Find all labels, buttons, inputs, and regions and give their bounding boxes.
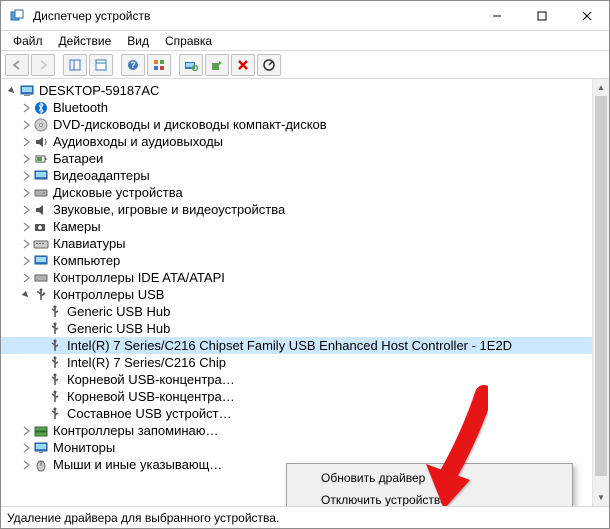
tree-device[interactable]: Intel(R) 7 Series/C216 Chip <box>1 354 592 371</box>
ide-icon <box>33 270 49 286</box>
bluetooth-icon <box>33 100 49 116</box>
tree-category[interactable]: Клавиатуры <box>1 235 592 252</box>
svg-text:?: ? <box>130 60 136 70</box>
expand-icon[interactable] <box>19 169 33 183</box>
expand-icon[interactable] <box>19 254 33 268</box>
menu-action[interactable]: Действие <box>51 32 120 50</box>
forward-button[interactable] <box>31 54 55 76</box>
menu-file[interactable]: Файл <box>5 32 51 50</box>
tree-device[interactable]: Составное USB устройст… <box>1 405 592 422</box>
tree-device[interactable]: Корневой USB-концентра… <box>1 371 592 388</box>
tree-device[interactable]: Корневой USB-концентра… <box>1 388 592 405</box>
usb-device-icon <box>47 338 63 354</box>
vertical-scrollbar[interactable]: ▲ ▼ <box>592 79 609 506</box>
tree-device[interactable]: Generic USB Hub <box>1 303 592 320</box>
computer-icon <box>19 83 35 99</box>
tree-category[interactable]: Компьютер <box>1 252 592 269</box>
sound-icon <box>33 202 49 218</box>
close-button[interactable] <box>564 1 609 30</box>
tree-category[interactable]: Bluetooth <box>1 99 592 116</box>
expand-icon[interactable] <box>19 152 33 166</box>
uninstall-button[interactable] <box>231 54 255 76</box>
status-bar: Удаление драйвера для выбранного устройс… <box>1 506 609 528</box>
minimize-button[interactable] <box>474 1 519 30</box>
scroll-up-button[interactable]: ▲ <box>593 79 609 96</box>
tree-category[interactable]: Батареи <box>1 150 592 167</box>
tree-category[interactable]: Аудиовходы и аудиовыходы <box>1 133 592 150</box>
tree-category[interactable]: Контроллеры запоминаю… <box>1 422 592 439</box>
content-area: DESKTOP-59187AC Bluetooth DVD-дисководы … <box>1 79 609 506</box>
tree-category[interactable]: Дисковые устройства <box>1 184 592 201</box>
usb-device-icon <box>47 321 63 337</box>
disable-button[interactable] <box>257 54 281 76</box>
device-tree[interactable]: DESKTOP-59187AC Bluetooth DVD-дисководы … <box>1 79 592 506</box>
disk-icon <box>33 185 49 201</box>
camera-icon <box>33 219 49 235</box>
properties-button[interactable] <box>89 54 113 76</box>
context-menu: Обновить драйвер Отключить устройство Уд… <box>286 463 573 506</box>
usb-device-icon <box>47 406 63 422</box>
scroll-thumb[interactable] <box>595 96 607 476</box>
maximize-button[interactable] <box>519 1 564 30</box>
tree-root[interactable]: DESKTOP-59187AC <box>1 82 592 99</box>
context-menu-update-driver[interactable]: Обновить драйвер <box>289 467 570 489</box>
status-text: Удаление драйвера для выбранного устройс… <box>7 511 279 525</box>
scan-hardware-button[interactable] <box>179 54 203 76</box>
tree-category[interactable]: Камеры <box>1 218 592 235</box>
expand-icon[interactable] <box>5 84 19 98</box>
computer-icon <box>33 253 49 269</box>
usb-device-icon <box>47 355 63 371</box>
display-adapter-icon <box>33 168 49 184</box>
window-controls <box>474 1 609 30</box>
usb-device-icon <box>47 304 63 320</box>
usb-device-icon <box>47 372 63 388</box>
tree-device-selected[interactable]: Intel(R) 7 Series/C216 Chipset Family US… <box>1 337 592 354</box>
grid-button[interactable] <box>147 54 171 76</box>
menu-bar: Файл Действие Вид Справка <box>1 31 609 51</box>
expand-icon[interactable] <box>19 441 33 455</box>
show-hide-button[interactable] <box>63 54 87 76</box>
tree-category-usb[interactable]: Контроллеры USB <box>1 286 592 303</box>
tree-category[interactable]: Видеоадаптеры <box>1 167 592 184</box>
device-manager-window: Диспетчер устройств Файл Действие Вид Сп… <box>0 0 610 529</box>
app-icon <box>9 8 25 24</box>
tree-device[interactable]: Generic USB Hub <box>1 320 592 337</box>
storage-controller-icon <box>33 423 49 439</box>
update-driver-button[interactable] <box>205 54 229 76</box>
tree-category[interactable]: Звуковые, игровые и видеоустройства <box>1 201 592 218</box>
menu-view[interactable]: Вид <box>119 32 157 50</box>
back-button[interactable] <box>5 54 29 76</box>
context-menu-disable[interactable]: Отключить устройство <box>289 489 570 506</box>
battery-icon <box>33 151 49 167</box>
expand-icon[interactable] <box>19 135 33 149</box>
expand-icon[interactable] <box>19 118 33 132</box>
mouse-icon <box>33 457 49 473</box>
title-bar: Диспетчер устройств <box>1 1 609 31</box>
expand-icon[interactable] <box>19 424 33 438</box>
help-button[interactable]: ? <box>121 54 145 76</box>
dvd-icon <box>33 117 49 133</box>
scroll-down-button[interactable]: ▼ <box>593 489 609 506</box>
menu-help[interactable]: Справка <box>157 32 220 50</box>
keyboard-icon <box>33 236 49 252</box>
expand-icon[interactable] <box>19 237 33 251</box>
audio-icon <box>33 134 49 150</box>
tree-category[interactable]: DVD-дисководы и дисководы компакт-дисков <box>1 116 592 133</box>
expand-icon[interactable] <box>19 288 33 302</box>
usb-device-icon <box>47 389 63 405</box>
usb-icon <box>33 287 49 303</box>
tree-category[interactable]: Контроллеры IDE ATA/ATAPI <box>1 269 592 286</box>
expand-icon[interactable] <box>19 220 33 234</box>
toolbar: ? <box>1 51 609 79</box>
window-title: Диспетчер устройств <box>33 9 474 23</box>
expand-icon[interactable] <box>19 203 33 217</box>
tree-category[interactable]: Мониторы <box>1 439 592 456</box>
expand-icon[interactable] <box>19 101 33 115</box>
expand-icon[interactable] <box>19 271 33 285</box>
monitor-icon <box>33 440 49 456</box>
expand-icon[interactable] <box>19 458 33 472</box>
expand-icon[interactable] <box>19 186 33 200</box>
